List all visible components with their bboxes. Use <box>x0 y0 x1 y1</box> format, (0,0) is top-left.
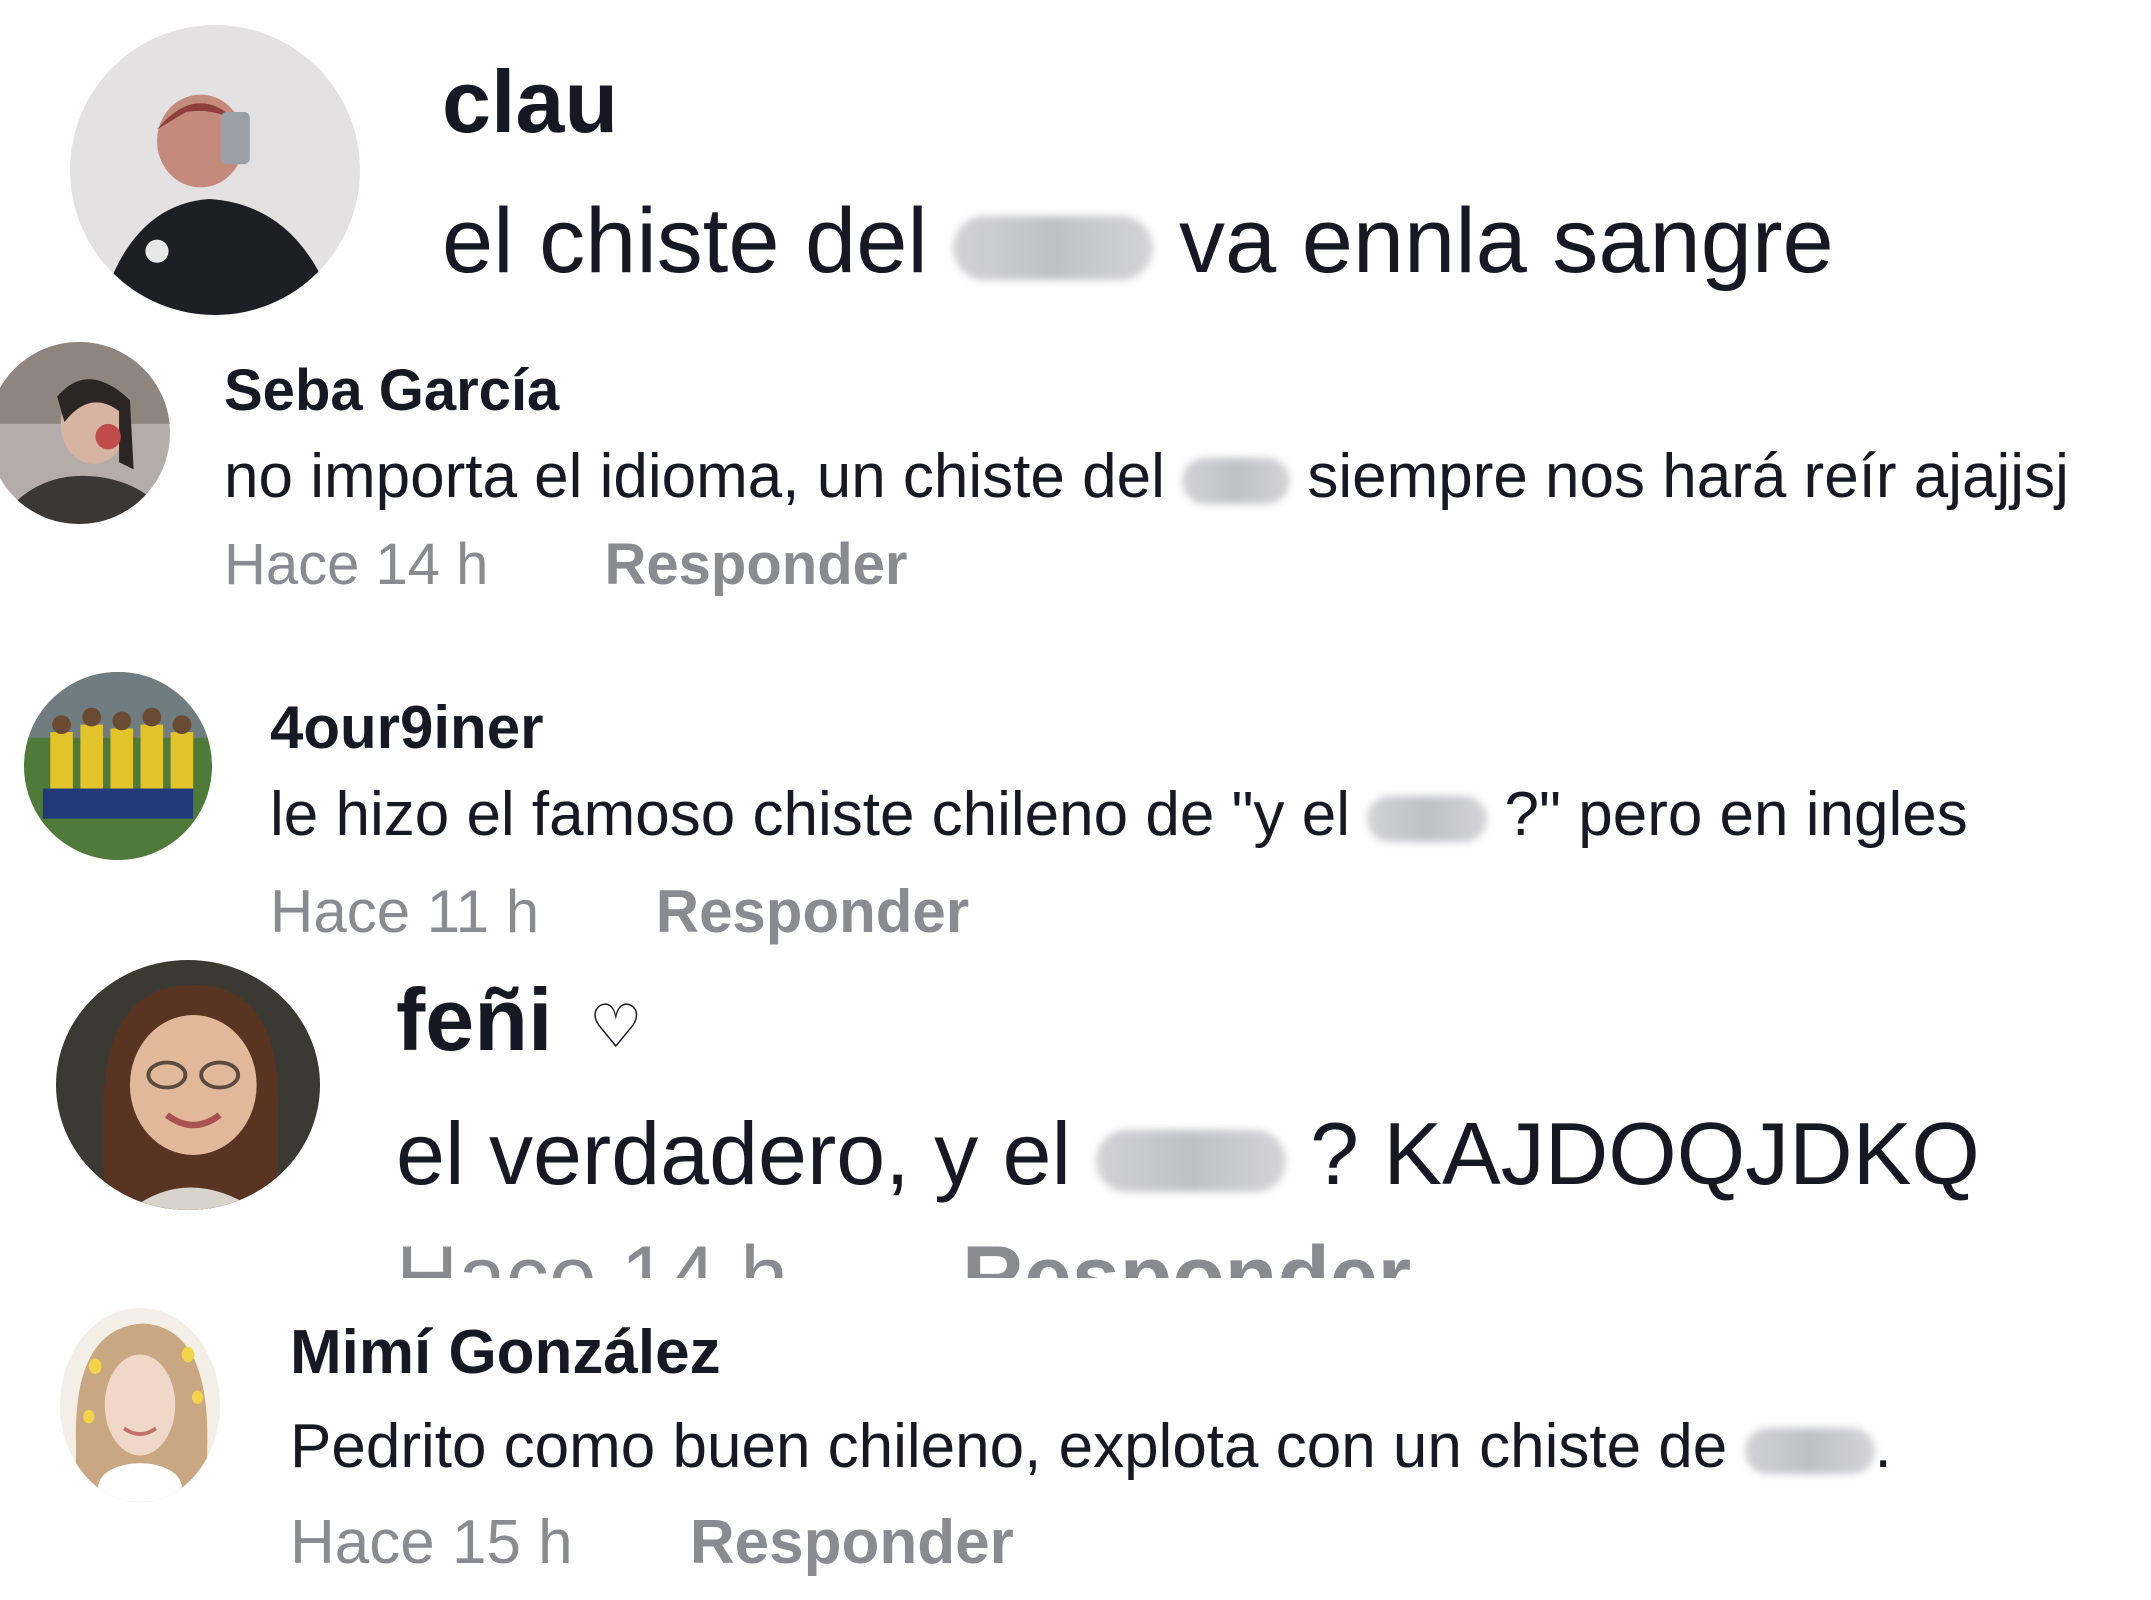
comment-text: no importa el idioma, un chiste del siem… <box>224 446 2069 508</box>
comment-item: feñi ♡ el verdadero, y el ? KAJDOQJDKQ H… <box>0 960 2151 1278</box>
comment-meta: Hace 15 h Responder <box>290 1512 1014 1574</box>
censored-word <box>953 215 1154 280</box>
reply-button[interactable]: Responder <box>690 1508 1014 1577</box>
comment-text-after: ? KAJDOQJDKQ <box>1309 1104 1980 1203</box>
comment-text-before: el chiste del <box>442 190 928 292</box>
username-text: feñi <box>396 970 553 1069</box>
comment-text-before: el verdadero, y el <box>396 1104 1072 1203</box>
comment-meta: Hace 14 h Responder <box>396 1234 1411 1278</box>
comment-text: Pedrito como buen chileno, explota con u… <box>290 1416 1892 1478</box>
censored-word <box>1095 1129 1286 1192</box>
avatar[interactable] <box>60 1308 220 1502</box>
reply-button[interactable]: Responder <box>656 878 969 945</box>
comment-timestamp: Hace 11 h <box>270 878 540 945</box>
comment-text-before: no importa el idioma, un chiste del <box>224 442 1165 511</box>
comment-text-after: . <box>1874 1412 1892 1481</box>
comment-item: 4our9iner le hizo el famoso chiste chile… <box>0 660 2151 960</box>
username[interactable]: 4our9iner <box>270 698 543 758</box>
comment-item: Mimí González Pedrito como buen chileno,… <box>0 1278 2151 1600</box>
avatar[interactable] <box>0 342 170 524</box>
avatar-photo <box>24 672 212 860</box>
comment-meta: Hace 14 h Responder <box>224 536 907 594</box>
censored-word <box>1182 457 1291 504</box>
comment-text: le hizo el famoso chiste chileno de "y e… <box>270 784 1968 846</box>
comment-timestamp: Hace 15 h <box>290 1508 573 1577</box>
comment-text-before: Pedrito como buen chileno, explota con u… <box>290 1412 1728 1481</box>
username[interactable]: Mimí González <box>290 1322 721 1384</box>
comment-text-before: le hizo el famoso chiste chileno de "y e… <box>270 780 1351 849</box>
comment-text: el chiste del va ennla sangre <box>442 195 1834 287</box>
comment-text-after: ?" pero en ingles <box>1504 780 1968 849</box>
reply-button[interactable]: Responder <box>605 532 908 597</box>
comment-item: clau el chiste del va ennla sangre <box>0 0 2151 330</box>
avatar[interactable] <box>56 960 320 1210</box>
comment-text: el verdadero, y el ? KAJDOQJDKQ <box>396 1110 1980 1198</box>
username[interactable]: feñi ♡ <box>396 976 643 1064</box>
censored-word <box>1367 795 1488 842</box>
comment-meta: Hace 11 h Responder <box>270 882 969 942</box>
avatar-photo <box>0 342 170 524</box>
username[interactable]: clau <box>442 58 618 146</box>
comment-timestamp: Hace 14 h <box>224 532 489 597</box>
avatar[interactable] <box>70 25 360 315</box>
avatar-photo <box>60 1308 220 1502</box>
username[interactable]: Seba García <box>224 362 559 420</box>
reply-button[interactable]: Responder <box>962 1229 1411 1278</box>
censored-word <box>1744 1427 1875 1474</box>
avatar[interactable] <box>24 672 212 860</box>
avatar-photo <box>56 960 320 1210</box>
heart-icon: ♡ <box>588 992 643 1060</box>
comment-item: Seba García no importa el idioma, un chi… <box>0 330 2151 640</box>
avatar-photo <box>70 25 360 315</box>
comment-text-after: va ennla sangre <box>1178 190 1834 292</box>
comment-timestamp: Hace 14 h <box>396 1229 789 1278</box>
comment-text-after: siempre nos hará reír ajajjsj <box>1307 442 2069 511</box>
